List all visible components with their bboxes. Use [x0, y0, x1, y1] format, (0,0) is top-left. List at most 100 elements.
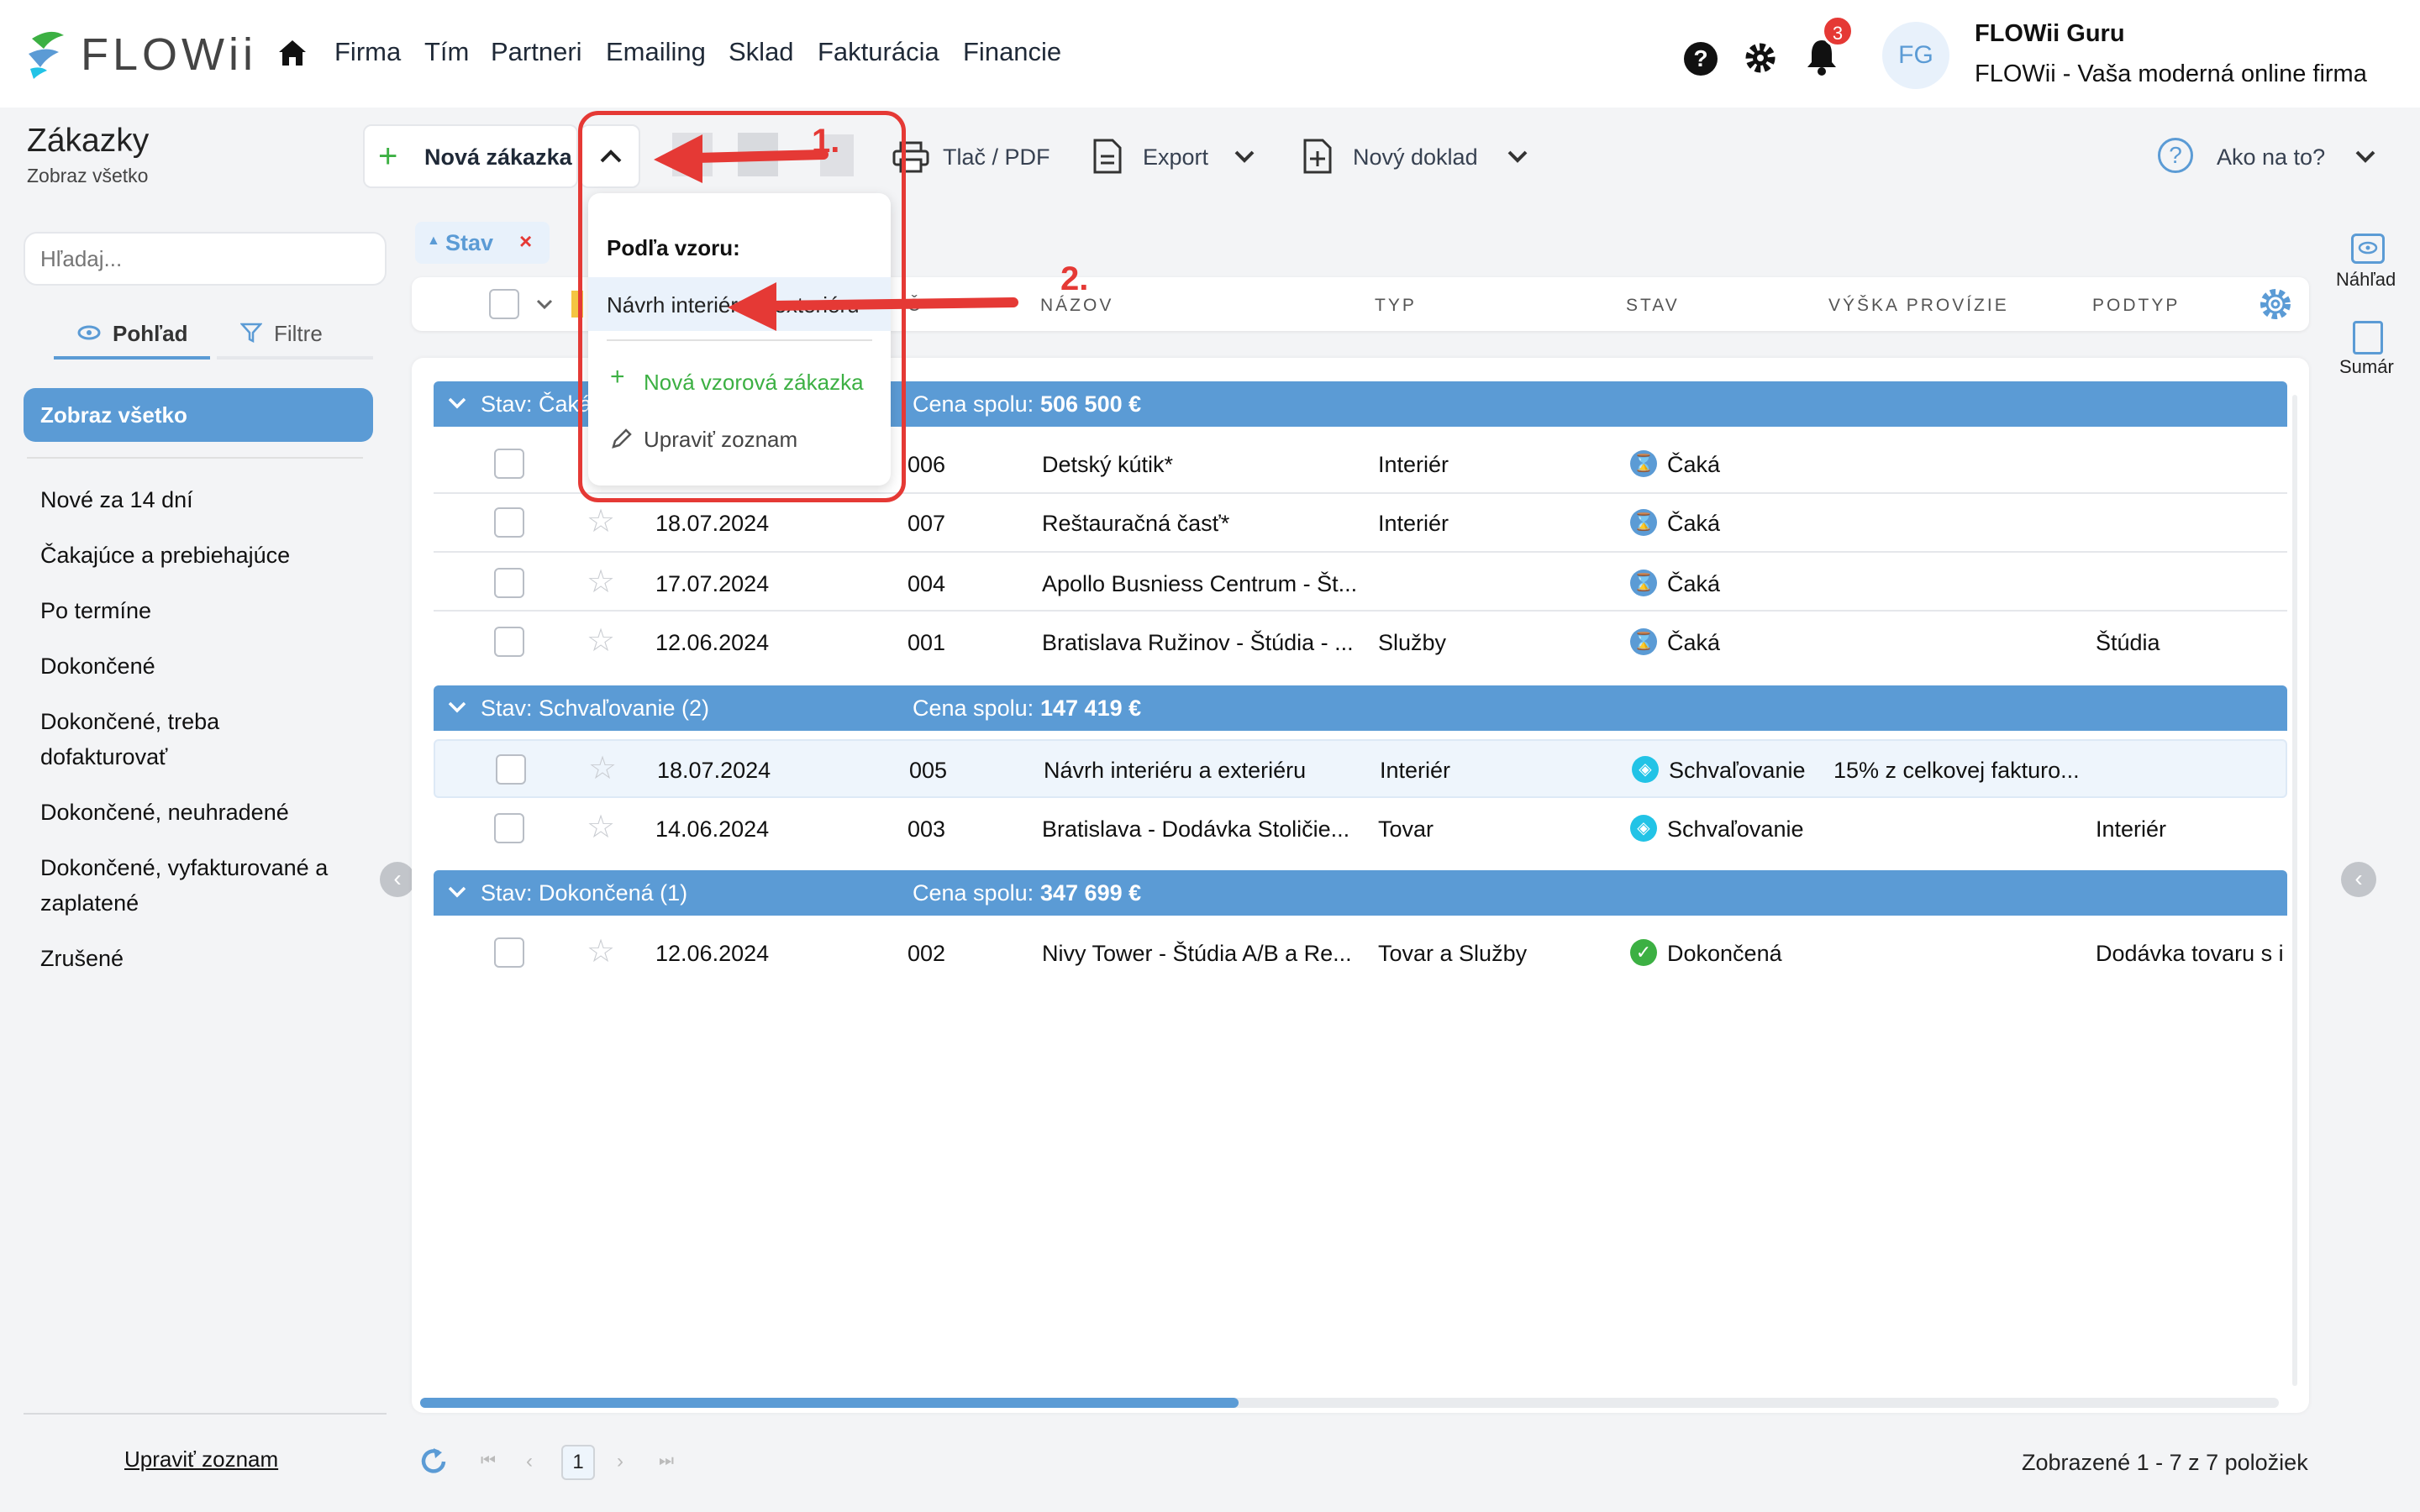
- approval-icon: ◈: [1632, 756, 1659, 783]
- star-icon[interactable]: ☆: [587, 563, 615, 601]
- nav-item-tim[interactable]: Tím: [424, 37, 469, 67]
- nav-item-fakturacia[interactable]: Fakturácia: [818, 37, 939, 67]
- sidebar-item-done-paid[interactable]: Dokončené, vyfakturované a zaplatené: [40, 850, 368, 921]
- row-name[interactable]: Návrh interiéru a exteriéru: [1044, 758, 1306, 784]
- how-to-button[interactable]: Ako na to?: [2217, 144, 2325, 171]
- row-name[interactable]: Bratislava - Dodávka Stoličie...: [1042, 816, 1349, 843]
- horizontal-scrollbar-thumb[interactable]: [420, 1398, 1239, 1408]
- table-row[interactable]: ☆ 17.07.2024 004 Apollo Busniess Centrum…: [434, 553, 2287, 612]
- vertical-scrollbar[interactable]: [2292, 395, 2297, 1386]
- nav-item-financie[interactable]: Financie: [963, 37, 1061, 67]
- chevron-left-icon[interactable]: ‹: [380, 862, 415, 897]
- nav-item-emailing[interactable]: Emailing: [606, 37, 706, 67]
- star-icon[interactable]: ☆: [588, 749, 617, 787]
- row-name[interactable]: Detský kútik*: [1042, 452, 1173, 478]
- row-number: 004: [908, 571, 946, 596]
- avatar[interactable]: FG: [1882, 22, 1949, 89]
- user-company[interactable]: FLOWii - Vaša moderná online firma: [1975, 60, 2367, 88]
- table-row[interactable]: ☆ 12.06.2024 002 Nivy Tower - Štúdia A/B…: [434, 924, 2287, 983]
- star-icon[interactable]: ☆: [587, 808, 615, 846]
- column-type[interactable]: TYP: [1375, 296, 1417, 316]
- group-sum-label: Cena spolu:: [913, 880, 1034, 906]
- nav-item-partneri[interactable]: Partneri: [491, 37, 582, 67]
- star-icon[interactable]: ☆: [587, 502, 615, 540]
- row-name[interactable]: Reštauračná časť*: [1042, 511, 1229, 537]
- row-checkbox[interactable]: [494, 568, 524, 598]
- row-name[interactable]: Nivy Tower - Štúdia A/B a Re...: [1042, 941, 1352, 967]
- first-page-icon[interactable]: ⏮: [481, 1452, 496, 1471]
- sidebar-item-pending[interactable]: Čakajúce a prebiehajúce: [40, 538, 368, 573]
- table-row[interactable]: ☆ 12.06.2024 001 Bratislava Ružinov - Št…: [434, 612, 2287, 670]
- row-checkbox[interactable]: [494, 627, 524, 657]
- tab-view[interactable]: Pohľad: [113, 321, 187, 347]
- document-icon[interactable]: [1092, 138, 1123, 175]
- user-name[interactable]: FLOWii Guru: [1975, 20, 2125, 48]
- column-status[interactable]: STAV: [1626, 296, 1680, 316]
- sidebar-item-done-unpaid[interactable]: Dokončené, neuhradené: [40, 795, 368, 830]
- group-header-approval[interactable]: Stav: Schvaľovanie (2) Cena spolu: 147 4…: [434, 685, 2287, 731]
- chevron-down-icon[interactable]: [2354, 150, 2376, 163]
- refresh-icon[interactable]: [417, 1445, 450, 1478]
- new-document-button[interactable]: Nový doklad: [1353, 144, 1478, 171]
- current-page-button[interactable]: 1: [561, 1445, 595, 1480]
- row-checkbox[interactable]: [494, 937, 524, 968]
- star-icon[interactable]: ☆: [587, 622, 615, 659]
- chevron-down-icon[interactable]: [1234, 150, 1255, 163]
- nav-item-firma[interactable]: Firma: [334, 37, 401, 67]
- table-row[interactable]: ☆ 14.06.2024 003 Bratislava - Dodávka St…: [434, 798, 2287, 857]
- summary-document-icon[interactable]: [2353, 321, 2383, 354]
- home-icon[interactable]: [277, 39, 308, 67]
- sidebar-item-done[interactable]: Dokončené: [40, 648, 368, 684]
- column-commission[interactable]: VÝŠKA PROVÍZIE: [1828, 296, 2009, 316]
- chevron-left-icon[interactable]: ‹: [2341, 862, 2376, 897]
- chevron-down-icon[interactable]: [1507, 150, 1528, 163]
- group-header-done[interactable]: Stav: Dokončená (1) Cena spolu: 347 699 …: [434, 870, 2287, 916]
- row-status: Schvaľovanie: [1667, 816, 1804, 842]
- preview-label[interactable]: Náhľad: [2336, 269, 2396, 291]
- filter-chip[interactable]: ▲ Stav ×: [415, 222, 550, 264]
- column-name[interactable]: NÁZOV: [1040, 296, 1113, 316]
- row-name[interactable]: Apollo Busniess Centrum - Št...: [1042, 571, 1357, 597]
- new-document-icon[interactable]: [1302, 138, 1333, 175]
- gear-icon[interactable]: [1743, 40, 1778, 76]
- check-icon: ✓: [1630, 939, 1657, 966]
- tab-filters[interactable]: Filtre: [274, 321, 323, 347]
- table-row[interactable]: ☆ 18.07.2024 007 Reštauračná časť* Inter…: [434, 494, 2287, 553]
- row-checkbox[interactable]: [494, 813, 524, 843]
- help-icon[interactable]: ?: [1684, 42, 1718, 76]
- row-checkbox[interactable]: [494, 449, 524, 479]
- sidebar-item-cancelled[interactable]: Zrušené: [40, 941, 368, 976]
- sidebar-item-done-to-invoice[interactable]: Dokončené, treba dofakturovať: [40, 704, 267, 774]
- column-subtype[interactable]: PODTYP: [2092, 296, 2180, 316]
- table-row-highlighted[interactable]: ☆ 18.07.2024 005 Návrh interiéru a exter…: [434, 739, 2287, 798]
- chevron-down-icon[interactable]: [536, 299, 553, 309]
- group-label: Stav: Čaká: [481, 391, 592, 417]
- flowii-logo-icon[interactable]: [25, 27, 72, 79]
- group-sum-value: 147 419 €: [1040, 696, 1142, 721]
- column-settings-gear-icon[interactable]: [2257, 286, 2294, 323]
- export-button[interactable]: Export: [1143, 144, 1208, 171]
- next-page-icon[interactable]: ›: [617, 1450, 623, 1473]
- prev-page-icon[interactable]: ‹: [526, 1450, 533, 1473]
- summary-label[interactable]: Sumár: [2339, 356, 2394, 378]
- nav-item-sklad[interactable]: Sklad: [729, 37, 794, 67]
- preview-eye-icon[interactable]: [2351, 234, 2385, 264]
- sidebar-item-overdue[interactable]: Po termíne: [40, 593, 368, 628]
- question-circle-icon[interactable]: ?: [2158, 138, 2193, 173]
- row-type: Tovar: [1378, 816, 1434, 842]
- row-checkbox[interactable]: [494, 507, 524, 538]
- row-checkbox[interactable]: [496, 754, 526, 785]
- last-page-icon[interactable]: ⏭: [659, 1452, 674, 1471]
- notification-badge: 3: [1822, 15, 1854, 47]
- select-all-checkbox[interactable]: [489, 289, 519, 319]
- group-label: Stav: Dokončená (1): [481, 880, 688, 906]
- app-name[interactable]: FLOWii: [81, 29, 257, 81]
- close-icon[interactable]: ×: [519, 228, 532, 255]
- star-icon[interactable]: ☆: [587, 932, 615, 970]
- sidebar-item-new-14-days[interactable]: Nové za 14 dní: [40, 482, 368, 517]
- search-input[interactable]: [24, 232, 387, 286]
- sidebar-item-active[interactable]: Zobraz všetko: [24, 388, 373, 442]
- plus-icon: +: [378, 138, 398, 175]
- edit-list-link[interactable]: Upraviť zoznam: [124, 1446, 278, 1473]
- row-name[interactable]: Bratislava Ružinov - Štúdia - ...: [1042, 630, 1354, 656]
